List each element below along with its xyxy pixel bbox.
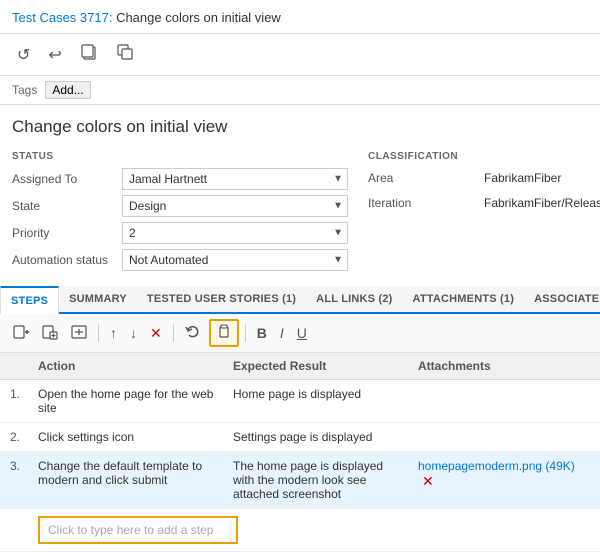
- assigned-to-select[interactable]: Jamal Hartnett: [122, 168, 348, 190]
- duplicate-button[interactable]: [111, 40, 139, 69]
- assigned-to-label: Assigned To: [12, 172, 122, 186]
- copy-button[interactable]: [75, 40, 103, 69]
- add-step-num: [0, 509, 30, 552]
- step-attach-1: [410, 380, 600, 423]
- assigned-to-field: Assigned To Jamal Hartnett ▼: [12, 168, 348, 190]
- status-section-label: STATUS: [12, 151, 348, 162]
- state-field: State Design ▼: [12, 195, 348, 217]
- col-header-action: Action: [30, 353, 225, 380]
- test-cases-link[interactable]: Test Cases 3717:: [12, 10, 112, 25]
- step-expected-1[interactable]: Home page is displayed: [225, 380, 410, 423]
- toolbar-divider-2: [173, 324, 174, 342]
- col-header-num: [0, 353, 30, 380]
- clipboard-button[interactable]: [209, 319, 239, 347]
- toolbar-divider-1: [98, 324, 99, 342]
- iteration-label: Iteration: [368, 196, 478, 210]
- form-columns: STATUS Assigned To Jamal Hartnett ▼ Stat…: [12, 151, 588, 276]
- assigned-to-wrapper: Jamal Hartnett ▼: [122, 168, 348, 190]
- priority-select[interactable]: 2: [122, 222, 348, 244]
- step-attach-2: [410, 423, 600, 452]
- insert-step-button[interactable]: [66, 321, 92, 345]
- form-area: Change colors on initial view STATUS Ass…: [0, 105, 600, 276]
- tab-steps[interactable]: STEPS: [0, 286, 59, 314]
- area-label: Area: [368, 171, 478, 185]
- step-num-2: 2.: [0, 423, 30, 452]
- step-action-1[interactable]: Open the home page for the web site: [30, 380, 225, 423]
- table-row[interactable]: 1. Open the home page for the web site H…: [0, 380, 600, 423]
- automation-label: Automation status: [12, 253, 122, 267]
- add-step-row[interactable]: Click to type here to add a step: [0, 509, 600, 552]
- tab-all-links[interactable]: ALL LINKS (2): [306, 286, 402, 312]
- state-select[interactable]: Design: [122, 195, 348, 217]
- iteration-field: Iteration FabrikamFiber/Release1\Spri...: [368, 193, 588, 213]
- step-action-3[interactable]: Change the default template to modern an…: [30, 452, 225, 509]
- area-field: Area FabrikamFiber: [368, 168, 588, 188]
- status-section: STATUS Assigned To Jamal Hartnett ▼ Stat…: [12, 151, 348, 276]
- toolbar-divider-3: [245, 324, 246, 342]
- tab-tested-user-stories[interactable]: TESTED USER STORIES (1): [137, 286, 306, 312]
- undo-step-button[interactable]: [180, 321, 206, 345]
- move-down-button[interactable]: ↓: [125, 323, 142, 343]
- attachment-delete-icon-3[interactable]: ✕: [422, 473, 434, 489]
- iteration-value: FabrikamFiber/Release1\Spri...: [478, 193, 600, 213]
- table-row[interactable]: 2. Click settings icon Settings page is …: [0, 423, 600, 452]
- steps-table-header: Action Expected Result Attachments: [0, 353, 600, 380]
- steps-table: Action Expected Result Attachments 1. Op…: [0, 353, 600, 552]
- bold-button[interactable]: B: [252, 323, 272, 343]
- italic-button[interactable]: I: [275, 323, 289, 343]
- step-num-3: 3.: [0, 452, 30, 509]
- undo-button[interactable]: ↩: [43, 42, 66, 68]
- priority-field: Priority 2 ▼: [12, 222, 348, 244]
- refresh-button[interactable]: ↺: [12, 42, 35, 68]
- tags-add-button[interactable]: Add...: [45, 81, 90, 99]
- title-bar: Test Cases 3717: Change colors on initia…: [0, 0, 600, 34]
- table-row[interactable]: 3. Change the default template to modern…: [0, 452, 600, 509]
- priority-label: Priority: [12, 226, 122, 240]
- tab-associated-automat[interactable]: ASSOCIATED AUTOMAT...: [524, 286, 600, 312]
- classification-section: CLASSIFICATION Area FabrikamFiber Iterat…: [368, 151, 588, 276]
- tags-bar: Tags Add...: [0, 76, 600, 105]
- automation-wrapper: Not Automated ▼: [122, 249, 348, 271]
- step-expected-2[interactable]: Settings page is displayed: [225, 423, 410, 452]
- page-title: Change colors on initial view: [112, 10, 280, 25]
- move-up-button[interactable]: ↑: [105, 323, 122, 343]
- form-title: Change colors on initial view: [12, 117, 588, 137]
- steps-toolbar: ↑ ↓ ✕ B I U: [0, 314, 600, 353]
- priority-wrapper: 2 ▼: [122, 222, 348, 244]
- automation-field: Automation status Not Automated ▼: [12, 249, 348, 271]
- underline-button[interactable]: U: [292, 323, 312, 343]
- state-wrapper: Design ▼: [122, 195, 348, 217]
- tags-label: Tags: [12, 83, 37, 97]
- add-step-button[interactable]: [8, 321, 34, 345]
- add-shared-step-button[interactable]: [37, 321, 63, 345]
- tabs-bar: STEPS SUMMARY TESTED USER STORIES (1) AL…: [0, 286, 600, 314]
- step-num-1: 1.: [0, 380, 30, 423]
- add-step-cell[interactable]: Click to type here to add a step: [30, 509, 600, 552]
- attachment-link-3[interactable]: homepagemoderm.png (49K): [418, 459, 575, 473]
- step-action-2[interactable]: Click settings icon: [30, 423, 225, 452]
- classification-section-label: CLASSIFICATION: [368, 151, 588, 162]
- area-value: FabrikamFiber: [478, 168, 567, 188]
- delete-step-button[interactable]: ✕: [145, 323, 167, 343]
- automation-select[interactable]: Not Automated: [122, 249, 348, 271]
- tab-attachments[interactable]: ATTACHMENTS (1): [403, 286, 525, 312]
- main-toolbar: ↺ ↩: [0, 34, 600, 76]
- state-label: State: [12, 199, 122, 213]
- tab-summary[interactable]: SUMMARY: [59, 286, 137, 312]
- col-header-expected: Expected Result: [225, 353, 410, 380]
- col-header-attachments: Attachments: [410, 353, 600, 380]
- add-step-input[interactable]: Click to type here to add a step: [38, 516, 238, 544]
- step-expected-3[interactable]: The home page is displayed with the mode…: [225, 452, 410, 509]
- step-attach-3: homepagemoderm.png (49K) ✕: [410, 452, 600, 509]
